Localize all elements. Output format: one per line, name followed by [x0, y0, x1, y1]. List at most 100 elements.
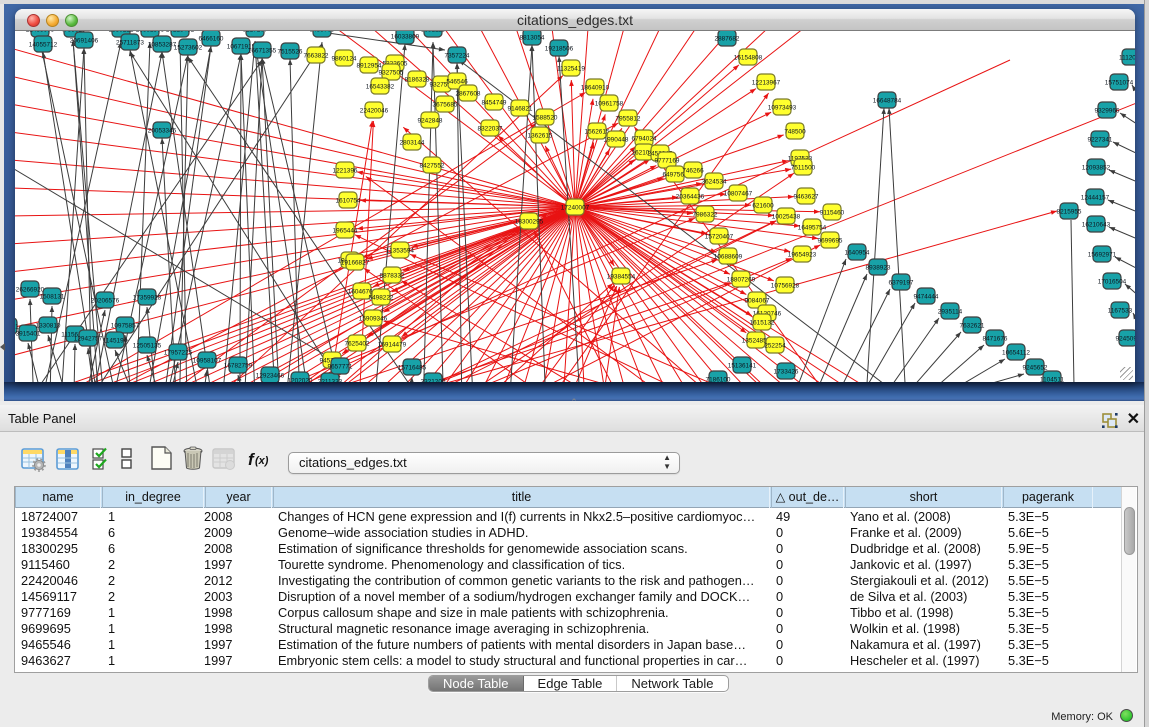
svg-text:2935114: 2935114 [938, 308, 963, 315]
svg-text:1112000: 1112000 [1119, 54, 1135, 61]
svg-text:19166827: 19166827 [341, 259, 370, 266]
svg-text:8471676: 8471676 [983, 335, 1008, 342]
svg-text:12505135: 12505135 [133, 342, 162, 349]
svg-text:1990448: 1990448 [604, 136, 629, 143]
svg-text:26266920: 26266920 [16, 286, 45, 293]
svg-text:3624534: 3624534 [702, 178, 727, 185]
svg-text:8215955: 8215955 [1057, 208, 1082, 215]
svg-text:15909346: 15909346 [359, 315, 388, 322]
svg-text:3915401: 3915401 [16, 330, 41, 337]
svg-text:1839221: 1839221 [109, 31, 134, 33]
svg-text:2211333: 2211333 [318, 378, 343, 382]
svg-text:15136141: 15136141 [728, 362, 757, 369]
svg-text:10973493: 10973493 [768, 104, 797, 111]
svg-text:1104511: 1104511 [1040, 376, 1064, 382]
svg-text:9245652: 9245652 [1023, 364, 1048, 371]
svg-text:15751074: 15751074 [1105, 79, 1134, 86]
svg-text:16782759: 16782759 [224, 362, 253, 369]
svg-text:2867608: 2867608 [456, 90, 481, 97]
svg-text:1145194: 1145194 [103, 337, 128, 344]
svg-text:9245092: 9245092 [1116, 335, 1135, 342]
svg-text:8938923: 8938923 [866, 264, 891, 271]
svg-text:12923466: 12923466 [256, 372, 285, 379]
svg-text:20691406: 20691406 [70, 37, 99, 44]
svg-text:10756928: 10756928 [771, 282, 800, 289]
svg-text:7511500: 7511500 [791, 164, 816, 171]
svg-text:16914479: 16914479 [378, 341, 407, 348]
svg-text:10975857: 10975857 [111, 322, 140, 329]
svg-text:17957225: 17957225 [164, 349, 193, 356]
svg-text:16033809: 16033809 [391, 33, 420, 40]
svg-text:12213967: 12213967 [752, 79, 781, 86]
svg-text:10688609: 10688609 [714, 253, 743, 260]
svg-text:18300295: 18300295 [515, 218, 544, 225]
svg-text:25711873: 25711873 [116, 39, 144, 46]
svg-text:7632621: 7632621 [960, 322, 985, 329]
svg-text:8322037: 8322037 [478, 125, 503, 132]
svg-text:19654923: 19654923 [788, 251, 817, 258]
svg-text:9777169: 9777169 [655, 157, 680, 164]
svg-text:1615132: 1615132 [750, 319, 775, 326]
svg-text:20206576: 20206576 [91, 297, 120, 304]
svg-text:16495754: 16495754 [798, 224, 827, 231]
svg-text:9227341: 9227341 [1088, 136, 1113, 143]
svg-text:16648784: 16648784 [873, 97, 902, 104]
svg-text:17359928: 17359928 [133, 294, 162, 301]
svg-text:9463627: 9463627 [794, 193, 819, 200]
svg-text:20053346: 20053346 [148, 127, 177, 134]
svg-text:2803144: 2803144 [400, 139, 425, 146]
svg-text:9217207: 9217207 [243, 31, 268, 33]
svg-text:16543382: 16543382 [366, 83, 395, 90]
svg-text:12942757: 12942757 [74, 335, 103, 342]
svg-text:9242848: 9242848 [418, 117, 443, 124]
svg-text:8878332: 8878332 [380, 272, 405, 279]
svg-text:1221396: 1221396 [333, 167, 358, 174]
svg-text:10961758: 10961758 [595, 100, 624, 107]
svg-text:16671355: 16671355 [248, 47, 277, 54]
svg-text:6794024: 6794024 [632, 135, 657, 142]
svg-text:10228452: 10228452 [166, 31, 195, 33]
svg-text:19218506: 19218506 [545, 45, 574, 52]
svg-text:9115460: 9115460 [820, 209, 845, 216]
svg-text:8427552: 8427552 [420, 162, 445, 169]
svg-text:18640910: 18640910 [581, 84, 610, 91]
svg-text:10807467: 10807467 [724, 190, 753, 197]
svg-text:17016504: 17016504 [1098, 278, 1127, 285]
svg-text:1202020: 1202020 [288, 377, 313, 382]
svg-text:1733426: 1733426 [774, 368, 799, 375]
svg-text:7186100: 7186100 [706, 376, 731, 382]
svg-text:10025438: 10025438 [772, 213, 801, 220]
svg-text:5498222: 5498222 [369, 294, 394, 301]
svg-text:1508131: 1508131 [40, 293, 65, 300]
svg-text:15692971: 15692971 [1088, 251, 1117, 258]
svg-text:3321200: 3321200 [421, 378, 446, 382]
svg-text:17240007: 17240007 [561, 204, 590, 211]
svg-text:1640954: 1640954 [845, 249, 870, 256]
svg-text:1330810: 1330810 [36, 322, 61, 329]
svg-text:16210643: 16210643 [1082, 221, 1111, 228]
svg-text:252254: 252254 [764, 342, 786, 349]
svg-text:746266: 746266 [682, 167, 704, 174]
svg-text:8813054: 8813054 [520, 34, 545, 41]
svg-text:12093852: 12093852 [1082, 164, 1111, 171]
svg-text:621600: 621600 [752, 202, 774, 209]
svg-text:25882305: 25882305 [136, 31, 165, 33]
svg-text:15273602: 15273602 [174, 44, 203, 51]
svg-text:9084067: 9084067 [745, 297, 770, 304]
svg-text:10853287: 10853287 [148, 41, 177, 48]
svg-text:546546: 546546 [446, 78, 468, 85]
svg-text:11325419: 11325419 [557, 65, 585, 72]
svg-text:20364436: 20364436 [676, 193, 705, 200]
svg-text:7663822: 7663822 [304, 52, 329, 59]
svg-text:1167533: 1167533 [1108, 307, 1133, 314]
svg-text:1588520: 1588520 [533, 114, 558, 121]
svg-text:11353594: 11353594 [386, 247, 414, 254]
svg-text:9474444: 9474444 [914, 293, 939, 300]
svg-text:8454749: 8454749 [482, 99, 507, 106]
svg-text:7515526: 7515526 [278, 48, 303, 55]
svg-text:3675685: 3675685 [433, 101, 458, 108]
svg-text:9327505: 9327505 [379, 69, 404, 76]
svg-text:6466160: 6466160 [199, 35, 224, 42]
svg-text:7625402: 7625402 [345, 340, 370, 347]
svg-text:22420046: 22420046 [360, 107, 389, 114]
